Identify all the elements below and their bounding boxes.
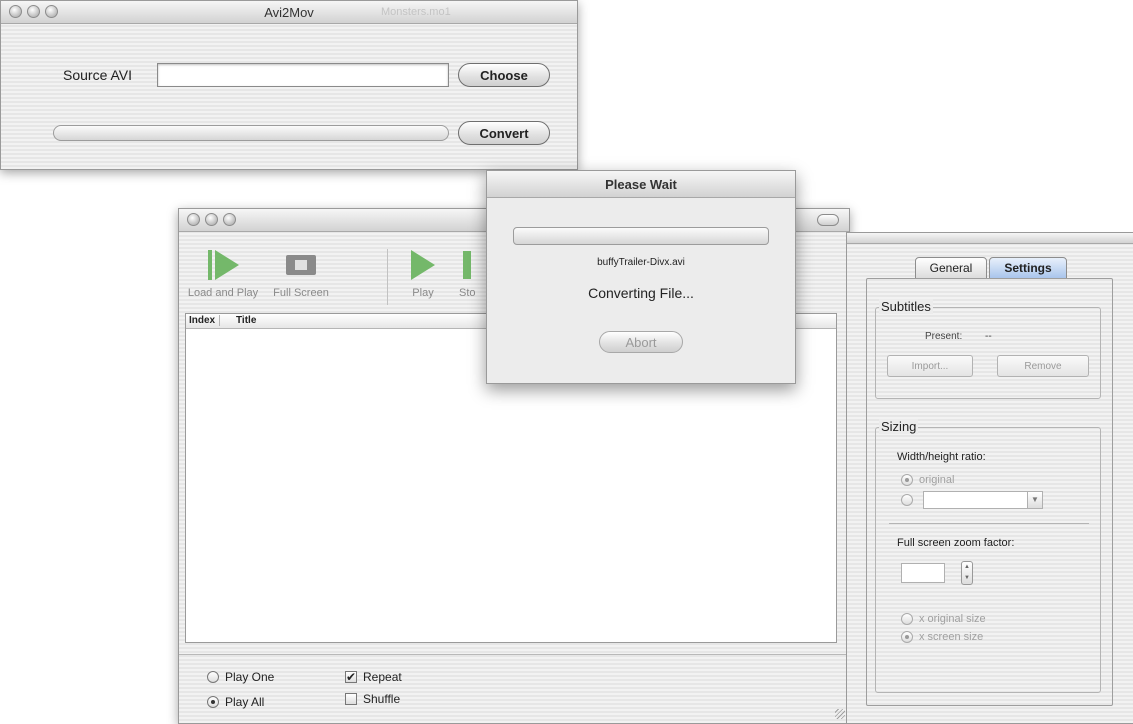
abort-button[interactable]: Abort [599, 331, 683, 353]
present-label: Present: [925, 331, 963, 342]
ratio-label: Width/height ratio: [897, 451, 986, 463]
zoom-screen-radio[interactable] [901, 631, 913, 643]
shuffle-label: Shuffle [363, 692, 401, 706]
repeat-label: Repeat [363, 670, 402, 684]
close-button[interactable] [187, 213, 200, 226]
repeat-checkbox[interactable]: ✔ [345, 671, 357, 683]
status-text: Converting File... [588, 285, 694, 301]
shuffle-option[interactable]: Shuffle [345, 692, 400, 706]
bottom-divider [179, 654, 849, 655]
toolbar-label: Sto [459, 287, 476, 299]
ratio-custom-radio[interactable] [901, 494, 913, 506]
please-wait-titlebar[interactable]: Please Wait [487, 171, 795, 198]
toolbar-stop[interactable]: Sto [445, 249, 485, 299]
tab-settings[interactable]: Settings [989, 257, 1067, 279]
toolbar-label: Load and Play [187, 287, 259, 299]
stepper-up-icon[interactable]: ▲ [962, 562, 972, 573]
tab-panel: Subtitles Present: -- Import... Remove S… [866, 278, 1113, 706]
toolbar-load-and-play[interactable]: Load and Play [183, 249, 263, 299]
stop-icon [445, 249, 485, 281]
source-avi-label: Source AVI [63, 67, 133, 83]
please-wait-dialog: Please Wait buffyTrailer-Divx.avi Conver… [486, 170, 796, 384]
zoom-original-option[interactable]: x original size [901, 613, 986, 625]
window-title: Avi2Mov [264, 5, 314, 20]
toolbar-full-screen[interactable]: Full Screen [261, 249, 341, 299]
chevron-down-icon: ▼ [1027, 491, 1043, 509]
repeat-option[interactable]: ✔ Repeat [345, 670, 402, 684]
file-name: buffyTrailer-Divx.avi [597, 257, 685, 268]
remove-button[interactable]: Remove [997, 355, 1089, 377]
zoom-original-label: x original size [919, 613, 986, 625]
preferences-titlebar[interactable] [847, 233, 1133, 244]
present-value: -- [985, 331, 992, 342]
toolbar-label: Full Screen [273, 287, 329, 299]
window-controls [187, 213, 236, 226]
zoom-value [902, 567, 905, 579]
zoom-label: Full screen zoom factor: [897, 537, 1015, 549]
sizing-group [875, 427, 1101, 693]
avi2mov-titlebar[interactable]: Avi2Mov Monsters.mo1 [1, 1, 577, 24]
zoom-button[interactable] [223, 213, 236, 226]
play-all-option[interactable]: Play All [207, 695, 264, 709]
conversion-progress-bar [513, 227, 769, 245]
toolbar-toggle-button[interactable] [817, 214, 839, 226]
ratio-original-radio[interactable] [901, 474, 913, 486]
play-one-option[interactable]: Play One [207, 670, 274, 684]
zoom-original-radio[interactable] [901, 613, 913, 625]
avi2mov-window: Avi2Mov Monsters.mo1 Source AVI Choose C… [0, 0, 578, 170]
import-button[interactable]: Import... [887, 355, 973, 377]
play-one-label: Play One [225, 670, 275, 684]
zoom-stepper[interactable]: ▲ ▼ [961, 561, 973, 585]
zoom-screen-option[interactable]: x screen size [901, 631, 983, 643]
subtitles-group-title: Subtitles [879, 299, 933, 314]
shuffle-checkbox[interactable] [345, 693, 357, 705]
ghost-window-title: Monsters.mo1 [381, 6, 451, 18]
column-header-title[interactable]: Title [236, 315, 256, 326]
choose-button[interactable]: Choose [458, 63, 550, 87]
play-all-radio[interactable] [207, 696, 219, 708]
play-one-radio[interactable] [207, 671, 219, 683]
convert-progress-bar [53, 125, 449, 141]
stepper-down-icon[interactable]: ▼ [962, 573, 972, 584]
dialog-title: Please Wait [605, 177, 677, 192]
preferences-window: General Settings Subtitles Present: -- I… [846, 232, 1133, 724]
tab-general[interactable]: General [915, 257, 987, 279]
subtitles-group [875, 307, 1101, 399]
sizing-group-title: Sizing [879, 419, 919, 434]
play-all-label: Play All [225, 695, 265, 709]
resize-grip-icon[interactable] [835, 709, 845, 719]
zoom-screen-label: x screen size [919, 631, 984, 643]
source-avi-field[interactable] [157, 63, 449, 87]
minimize-button[interactable] [205, 213, 218, 226]
ratio-custom-select[interactable]: ▼ [923, 491, 1043, 509]
sizing-divider [889, 523, 1089, 524]
ratio-custom-option[interactable] [901, 494, 913, 506]
column-header-index[interactable]: Index [189, 315, 221, 326]
ratio-original-label: original [919, 474, 955, 486]
ratio-original-option[interactable]: original [901, 474, 954, 486]
load-and-play-icon [183, 249, 263, 281]
convert-button[interactable]: Convert [458, 121, 550, 145]
full-screen-icon [261, 249, 341, 281]
zoom-field[interactable] [901, 563, 945, 583]
